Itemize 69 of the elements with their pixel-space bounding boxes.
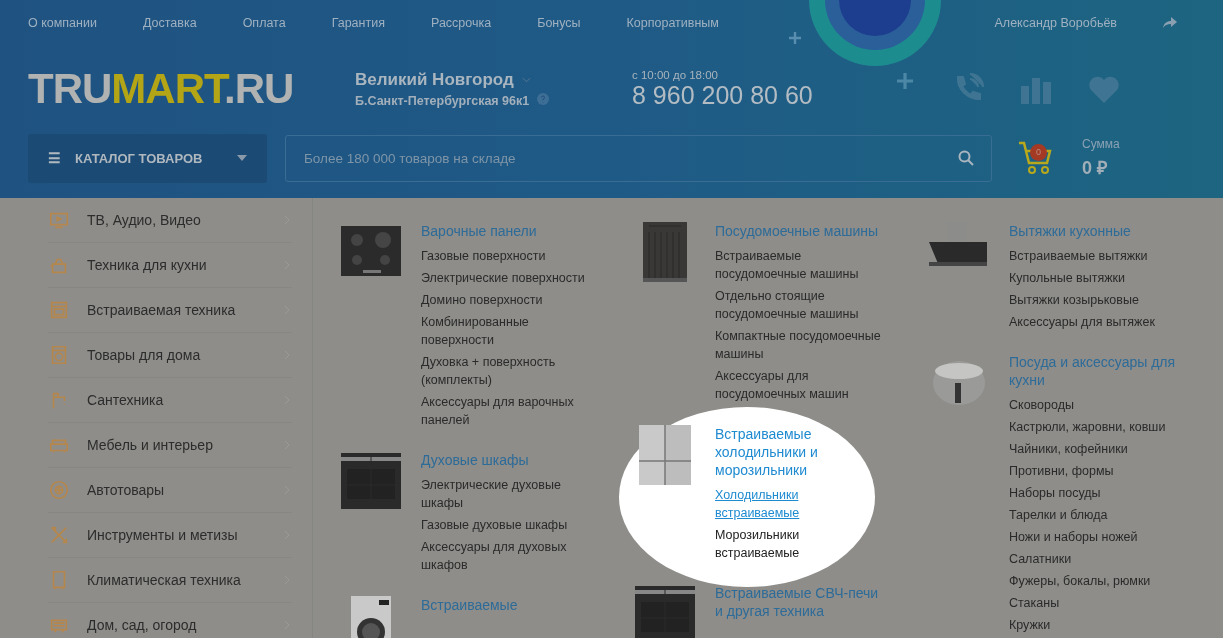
subcategory-link[interactable]: Аксессуары для посудомоечных машин [715, 367, 883, 403]
user-name-link[interactable]: Александр Воробьёв [994, 16, 1117, 30]
search-field[interactable]: Более 180 000 товаров на складе [285, 134, 992, 182]
cart-count-badge: 0 [1030, 144, 1047, 161]
subcategory-link[interactable]: Стаканы [1009, 594, 1177, 612]
address-text: Б.Санкт-Петербургская 96к1 [355, 94, 530, 108]
sidebar-label: Автотовары [87, 482, 166, 498]
subcategory-link[interactable]: Наборы посуды [1009, 484, 1177, 502]
subcategory-link[interactable]: Холодильники встраиваемые [715, 486, 883, 522]
category-title-link[interactable]: Встраиваемые холодильники и морозильники [715, 425, 883, 479]
subcategory-link[interactable]: Отдельно стоящие посудомоечные машины [715, 287, 883, 323]
subcategory-link[interactable]: Противни, формы [1009, 462, 1177, 480]
sidebar-item[interactable]: Инструменты и метизы [48, 513, 292, 558]
subcategory-link[interactable]: Кружки [1009, 616, 1177, 634]
logo[interactable]: TRUMART.RU [28, 65, 355, 113]
subcategory-link[interactable]: Электрические поверхности [421, 269, 589, 287]
subcategory-link[interactable]: Кастрюли, жаровни, ковши [1009, 418, 1177, 436]
sum-value: 0 ₽ [1082, 157, 1108, 179]
sidebar-item[interactable]: Встраиваемая техника [48, 288, 292, 333]
sidebar-label: Дом, сад, огород [87, 617, 198, 633]
sidebar-item[interactable]: Мебель и интерьер [48, 423, 292, 468]
subcategory-link[interactable]: Встраиваемые посудомоечные машины [715, 247, 883, 283]
subcategory-link[interactable]: Ножи и наборы ножей [1009, 528, 1177, 546]
subcategory-link[interactable]: Газовые духовые шкафы [421, 516, 589, 534]
subcategory-link[interactable]: Аксессуары для варочных панелей [421, 393, 589, 429]
hours-text: с 10:00 до 18:00 [632, 68, 719, 81]
subcategory-link[interactable]: Домино поверхности [421, 291, 589, 309]
phone-number[interactable]: 8 960 200 80 60 [632, 80, 952, 110]
sidebar-label: Сантехника [87, 392, 165, 408]
subcategory-link[interactable]: Фужеры, бокалы, рюмки [1009, 572, 1177, 590]
sidebar-label: Климатическая техника [87, 572, 242, 588]
subcategory-link[interactable]: Газовые поверхности [421, 247, 589, 265]
subcategory-link[interactable]: Встраиваемые вытяжки [1009, 247, 1177, 265]
subcategory-link[interactable]: Морозильники встраиваемые [715, 526, 883, 562]
subcategory-link[interactable]: Электрические духовые шкафы [421, 476, 589, 512]
sidebar-label: Мебель и интерьер [87, 437, 214, 453]
sidebar-item[interactable]: Техника для кухни [48, 243, 292, 288]
sidebar-label: Товары для дома [87, 347, 202, 363]
nav-link[interactable]: Гарантия [331, 16, 385, 30]
subcategory-link[interactable]: Сковороды [1009, 396, 1177, 414]
sum-label: Сумма [1082, 137, 1120, 151]
subcategory-link[interactable]: Аксессуары для духовых шкафов [421, 538, 589, 574]
sidebar-item[interactable]: Товары для дома [48, 333, 292, 378]
subcategory-link[interactable]: Компактные посудомоечные машины [715, 327, 883, 363]
subcategory-link[interactable]: Комбинированные поверхности [421, 313, 589, 349]
catalog-button[interactable]: ☰ КАТАЛОГ ТОВАРОВ [28, 133, 267, 183]
sidebar-label: Инструменты и метизы [87, 527, 239, 543]
subcategory-link[interactable]: Аксессуары для вытяжек [1009, 313, 1177, 331]
subcategory-link[interactable]: Салатники [1009, 550, 1177, 568]
sidebar-item[interactable]: Сантехника [48, 378, 292, 423]
sidebar-item[interactable]: ТВ, Аудио, Видео [48, 198, 292, 243]
sidebar-item[interactable]: Климатическая техника [48, 558, 292, 603]
nav-link[interactable]: Бонусы [537, 16, 581, 30]
sidebar-label: ТВ, Аудио, Видео [87, 212, 202, 228]
nav-link[interactable]: Корпоративным [626, 16, 719, 30]
nav-link[interactable]: Оплата [242, 16, 286, 30]
subcategory-link[interactable]: Тарелки и блюда [1009, 506, 1177, 524]
subcategory-link[interactable]: Чайники, кофейники [1009, 440, 1177, 458]
nav-link[interactable]: Рассрочка [430, 16, 492, 30]
subcategory-link[interactable]: Вытяжки козырьковые [1009, 291, 1177, 309]
sidebar-label: Техника для кухни [87, 257, 208, 273]
sidebar-item[interactable]: Дом, сад, огород [48, 603, 292, 638]
sidebar-label: Встраиваемая техника [87, 302, 237, 318]
subcategory-link[interactable]: Купольные вытяжки [1009, 269, 1177, 287]
nav-link[interactable]: О компании [28, 16, 97, 30]
sidebar-item[interactable]: Автотовары [48, 468, 292, 513]
city-selector[interactable]: Великий Новгород [355, 70, 514, 90]
nav-link[interactable]: Доставка [142, 16, 197, 30]
subcategory-link[interactable]: Духовка + поверхность (комплекты) [421, 353, 589, 389]
